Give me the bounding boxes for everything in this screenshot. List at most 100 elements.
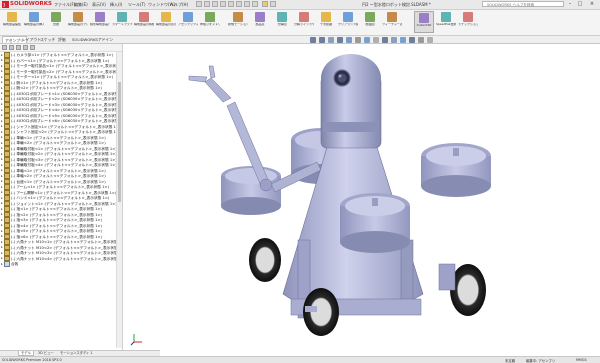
mate-button[interactable]: 合致 (46, 11, 66, 33)
apply-scene-icon[interactable] (391, 37, 397, 43)
exploded-view-icon (277, 12, 287, 22)
hide-show-items-icon[interactable] (373, 37, 379, 43)
menu-insert[interactable]: 挿入(I) (110, 2, 122, 8)
linear-pattern-button[interactable]: 線形構成部品パターン (90, 11, 110, 33)
feature-tree: ▸ (-) カメラ部<1> (デフォルト<<デフォルト>_表示状態 1>) ▸ (-)… (0, 52, 116, 267)
help-search-input[interactable]: SOLIDWORKS ヘルプを検索 (482, 1, 564, 7)
shadows-icon[interactable] (418, 37, 424, 43)
rotor-front-left[interactable] (221, 166, 281, 215)
tab-addins[interactable]: SOLIDWORKSアドイン (70, 36, 115, 43)
maximize-button[interactable]: □ (576, 1, 584, 7)
menu-edit[interactable]: 編集(E) (74, 2, 88, 8)
perspective-icon[interactable] (409, 37, 415, 43)
component-preview-icon (73, 12, 83, 22)
close-button[interactable]: × (588, 1, 596, 7)
feature-tree-icon[interactable] (2, 45, 7, 50)
zoom-area-icon[interactable] (319, 37, 325, 43)
robot-assembly-model[interactable] (123, 44, 600, 350)
select-icon[interactable] (244, 1, 250, 7)
home-icon[interactable] (196, 1, 202, 7)
reference-geometry-button[interactable]: 参照ジオメトリ (200, 11, 220, 33)
show-hide-components-button[interactable]: 構成部品の表示/非表示 (156, 11, 176, 33)
rebuild-icon[interactable] (252, 1, 258, 7)
tree-item[interactable]: ▸ 合致 (0, 261, 116, 267)
rotor-front-center[interactable] (340, 193, 410, 253)
smart-fasteners-button[interactable]: スマートファスナー (112, 11, 132, 33)
menu-help[interactable]: ヘルプ(H) (170, 2, 188, 8)
tab-sketch[interactable]: スケッチ (38, 36, 57, 43)
dynamic-annotation-icon[interactable] (346, 37, 352, 43)
wheel-front-right[interactable] (450, 264, 486, 316)
new-document-icon[interactable] (204, 1, 210, 7)
configuration-manager-icon[interactable] (16, 45, 21, 50)
tab-evaluate[interactable]: 評価 (56, 36, 68, 43)
new-motion-study-button[interactable]: 新規モーションスタディ (228, 11, 248, 33)
clearance-verification-label: クリアランス検証 (338, 23, 358, 26)
minimize-button[interactable]: – (566, 1, 574, 7)
dimxpert-icon[interactable] (23, 45, 28, 50)
tree-item-label: (-) モーター取付部品<2> (デフォルト<<デフォルト>_表示状態 1>) (11, 69, 116, 74)
menu-tools[interactable]: ツール(T) (128, 2, 146, 8)
speedpak-update-button[interactable]: SpeedPak更新 (436, 11, 456, 33)
tree-item-label: (-) 指<1> (デフォルト<<デフォルト>_表示状態 1>) (11, 206, 102, 211)
wheel-front-left[interactable] (303, 288, 339, 336)
take-snapshot-button[interactable]: スナップショット作成 (458, 11, 478, 33)
wheel-rear-left[interactable] (249, 238, 281, 282)
undo-icon[interactable] (236, 1, 242, 7)
camera-head[interactable] (320, 54, 382, 149)
section-view-button[interactable]: 断面図 (360, 11, 380, 33)
view-orientation-icon[interactable] (355, 37, 361, 43)
mate-icon (51, 12, 61, 22)
section-view-icon[interactable] (337, 37, 343, 43)
assembly-features-button[interactable]: アセンブリフィーチャー (178, 11, 198, 33)
menu-file[interactable]: ファイル(F) (54, 2, 75, 8)
graphics-area[interactable] (123, 44, 600, 350)
tree-item-label: (-) 4030ロボ用ブレード<4> (SG6030<デフォルト>_表示状態 1… (11, 107, 116, 112)
rotor-right[interactable] (421, 143, 491, 197)
open-icon[interactable] (212, 1, 218, 7)
wheel-mount-right[interactable] (438, 263, 456, 291)
ambient-occlusion-icon[interactable] (427, 37, 433, 43)
display-style-icon[interactable] (364, 37, 370, 43)
scrollbar-thumb[interactable] (118, 82, 121, 202)
explode-line-sketch-icon (299, 12, 309, 22)
unit-system[interactable]: MMGS (576, 358, 587, 362)
command-tabs: アセンブリ レイアウト スケッチ 評価 SOLIDWORKSアドイン (0, 36, 600, 44)
explode-line-sketch-button[interactable]: 分解ラインスケッチ (294, 11, 314, 33)
previous-view-icon[interactable] (328, 37, 334, 43)
brand-name: SOLIDWORKS (10, 1, 52, 7)
edit-appearance-icon[interactable] (382, 37, 388, 43)
tree-item-label: 合致 (11, 261, 19, 266)
display-manager-icon[interactable] (30, 45, 35, 50)
component-preview-button[interactable]: 構成部品のプレビューウィンドウ (68, 11, 88, 33)
take-snapshot-label: スナップショット作成 (458, 23, 478, 26)
command-manager-ribbon: 構成部品編集構成部品の挿入 合致 構成部品のプレビューウィンドウ線形構成部品パターン… (0, 10, 600, 36)
interference-detection-button[interactable]: 干渉認識 (316, 11, 336, 33)
insert-components-button[interactable]: 構成部品の挿入 (24, 11, 44, 33)
tree-item-label: (-) シャフト固定<2> (デフォルト<<デフォルト>_表示状態 1>) (11, 129, 116, 134)
zoom-to-fit-icon[interactable] (310, 37, 316, 43)
save-icon[interactable] (220, 1, 226, 7)
menu-view[interactable]: 表示(V) (92, 2, 106, 8)
solidworks-logo[interactable]: 3 SOLIDWORKS (1, 0, 52, 9)
clearance-verification-button[interactable]: クリアランス検証 (338, 11, 358, 33)
tree-item-label: (-) 六角ナット M10<1> (デフォルト<<デフォルト>_表示状態 1>) (11, 239, 116, 244)
tree-item-label: (-) 4030ロボ用ブレード<5> (SG6030<デフォルト>_表示状態 1… (11, 113, 116, 118)
show-features-button[interactable]: フィーチャー表示 (382, 11, 402, 33)
feature-tree-scrollbar[interactable] (116, 52, 122, 348)
instant3d-button[interactable]: Instant3D (414, 11, 434, 33)
options-gear-icon[interactable] (270, 1, 276, 7)
tree-item-label: (-) アーム関節<1> (デフォルト<<デフォルト>_表示状態 1>) (11, 190, 116, 195)
print-icon[interactable] (228, 1, 234, 7)
show-hide-components-label: 構成部品の表示/非表示 (156, 23, 176, 26)
exploded-view-button[interactable]: 分解図 (272, 11, 292, 33)
view-settings-icon[interactable] (400, 37, 406, 43)
property-manager-icon[interactable] (9, 45, 14, 50)
bill-of-materials-button[interactable]: 部品表 (250, 11, 270, 33)
show-features-icon (387, 12, 397, 22)
file-properties-icon[interactable] (262, 1, 268, 7)
tree-item-label: (-) カメラ部<1> (デフォルト<<デフォルト>_表示状態 1>) (11, 52, 114, 57)
interference-detection-icon (321, 12, 331, 22)
edit-component-button[interactable]: 構成部品編集 (2, 11, 22, 33)
move-component-button[interactable]: 構成部品の移動 (134, 11, 154, 33)
